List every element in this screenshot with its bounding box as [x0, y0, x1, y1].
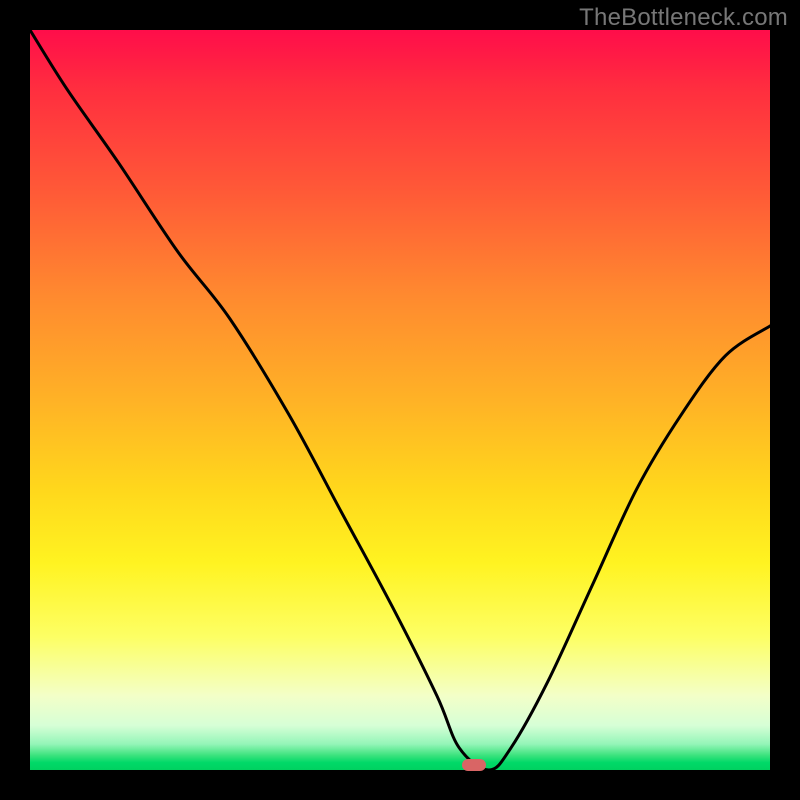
watermark-label: TheBottleneck.com	[579, 4, 788, 32]
plot-area	[30, 30, 770, 770]
bottleneck-curve	[30, 30, 770, 770]
chart-frame: TheBottleneck.com	[0, 0, 800, 800]
optimal-marker	[462, 759, 486, 771]
